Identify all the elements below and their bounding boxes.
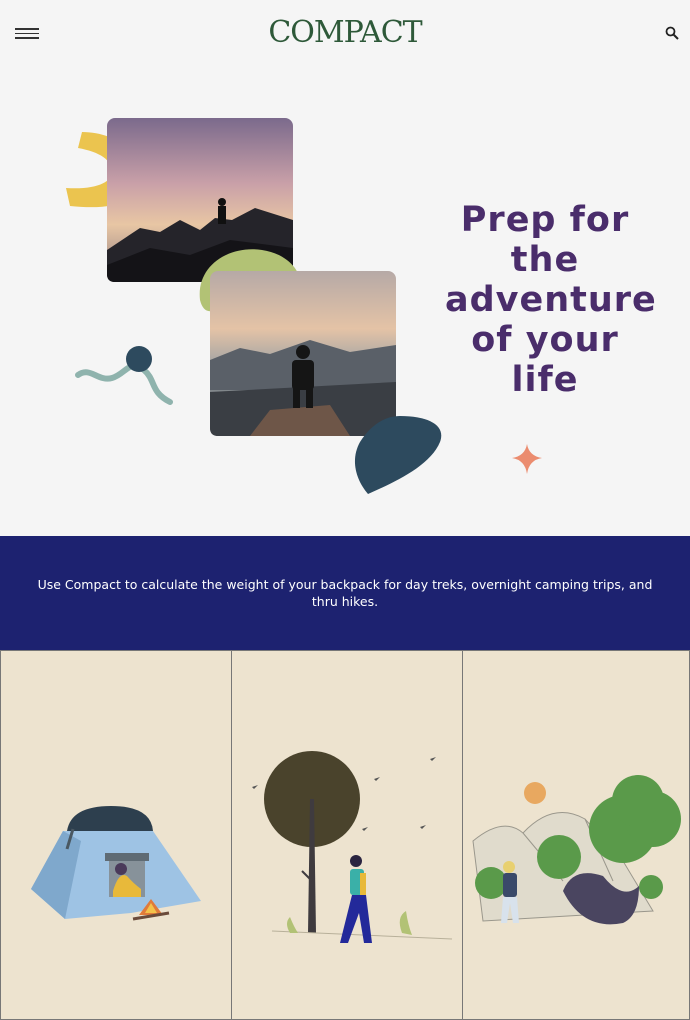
- tent-camping-illustration: [31, 806, 201, 921]
- site-header: COMPACT: [0, 0, 690, 70]
- hero-section: Prep for the adventure of your life: [0, 70, 690, 536]
- hero-collage: [66, 118, 442, 494]
- hero-title-line: Prep for: [460, 200, 630, 240]
- hero-title-line: the: [510, 240, 580, 280]
- hero-title-line: of your: [471, 320, 619, 360]
- sparkle-icon: [512, 444, 542, 474]
- intro-text: Use Compact to calculate the weight of y…: [37, 577, 653, 609]
- hero-title: Prep for the adventure of your life: [445, 200, 657, 400]
- site-logo[interactable]: COMPACT: [0, 15, 690, 50]
- feature-card-tent[interactable]: [0, 650, 232, 1020]
- teal-squiggle-shape: [75, 362, 173, 405]
- search-icon[interactable]: [665, 25, 681, 41]
- intro-banner: Use Compact to calculate the weight of y…: [0, 536, 690, 650]
- feature-card-hiker[interactable]: [231, 650, 463, 1020]
- hiker-with-tree-illustration: [252, 751, 453, 943]
- feature-cards: [0, 650, 690, 1020]
- hero-title-line: life: [511, 360, 579, 400]
- mountains-with-trees-illustration: [472, 775, 681, 925]
- feature-card-mountains[interactable]: [462, 650, 690, 1020]
- navy-dot-shape: [126, 346, 152, 372]
- hiker-on-cliff-photo: [210, 271, 396, 436]
- hero-title-line: adventure: [445, 280, 657, 320]
